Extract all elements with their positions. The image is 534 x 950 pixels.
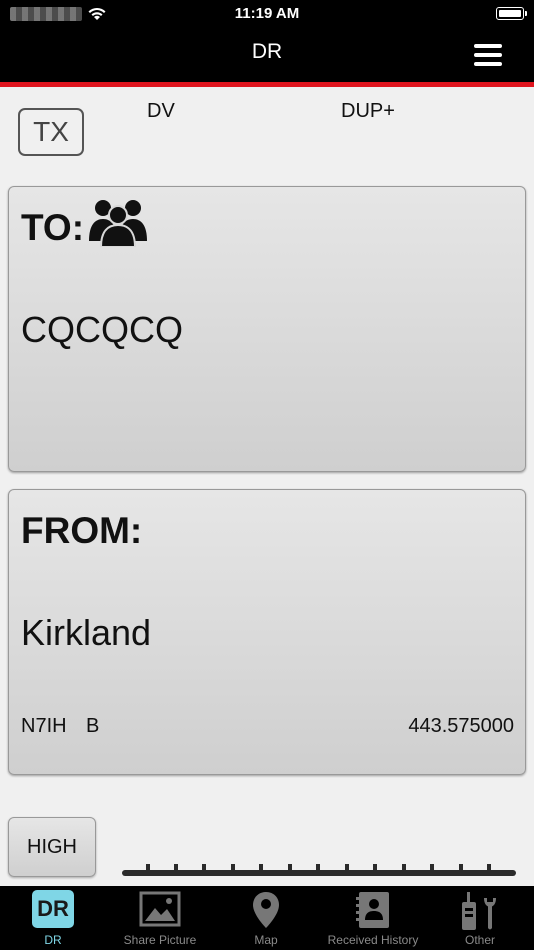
tab-other[interactable]: Other [427, 886, 533, 950]
radio-wrench-icon [462, 892, 496, 930]
power-high-button[interactable]: HIGH [8, 817, 96, 877]
hamburger-menu-icon[interactable] [474, 44, 502, 66]
tab-label: Map [254, 933, 278, 947]
nav-bar: DR [0, 28, 534, 82]
tab-share-picture[interactable]: Share Picture [107, 886, 213, 950]
repeater-callsign: N7IH [21, 715, 67, 737]
signal-meter [122, 858, 516, 878]
to-label: TO: [21, 207, 85, 248]
tab-label: Other [464, 933, 495, 947]
accent-divider [0, 82, 534, 87]
status-bar: 11:19 AM [0, 0, 534, 28]
group-icon [89, 200, 147, 247]
battery-icon [496, 7, 527, 20]
to-panel[interactable]: TO: CQCQCQ [8, 186, 526, 472]
tab-dr[interactable]: DR DR [0, 886, 106, 950]
mode-label: DV [147, 100, 175, 122]
repeater-module: B [86, 715, 100, 737]
repeater-frequency: 443.575000 [408, 715, 514, 737]
picture-icon [139, 891, 181, 927]
tab-received-history[interactable]: Received History [320, 886, 426, 950]
map-pin-icon [253, 892, 279, 928]
tab-bar: DR DR Share Picture Map Received History [0, 886, 534, 950]
from-panel[interactable]: FROM: Kirkland N7IH B 443.575000 [8, 489, 526, 775]
duplex-label: DUP+ [341, 100, 395, 122]
tab-label: Share Picture [123, 933, 197, 947]
repeater-name: Kirkland [21, 612, 152, 653]
dr-icon: DR [32, 890, 74, 928]
from-label: FROM: [21, 510, 143, 551]
status-time: 11:19 AM [234, 5, 300, 22]
tab-map[interactable]: Map [213, 886, 319, 950]
tab-label: DR [44, 933, 62, 947]
to-callsign: CQCQCQ [21, 309, 183, 350]
tx-button[interactable]: TX [18, 108, 84, 156]
contacts-book-icon [356, 892, 389, 928]
tab-label: Received History [327, 933, 419, 947]
page-title: DR [251, 40, 283, 63]
